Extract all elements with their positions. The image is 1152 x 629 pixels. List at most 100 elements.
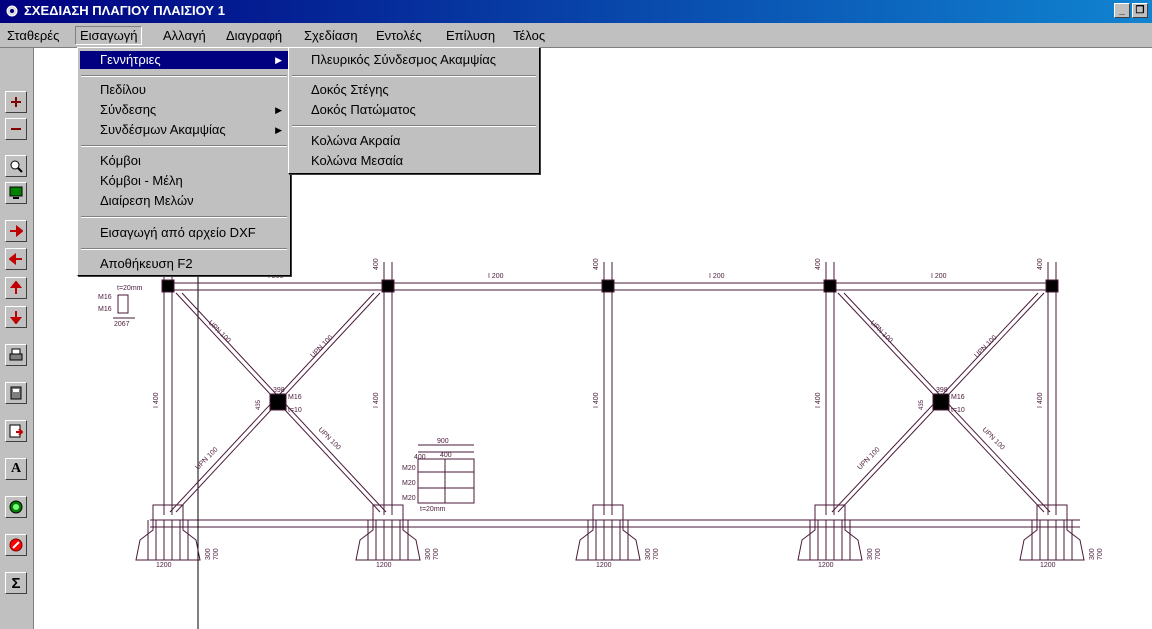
base-detail-width: 900 [437,438,449,445]
gusset-label: 398 [273,387,285,394]
bolt-detail-left: t=20mm M16 M16 2067 [98,285,143,328]
title-bar: ΣΧΕΔΙΑΣΗ ΠΛΑΓΙΟΥ ΠΛΑΙΣΙΟΥ 1 _ ❐ [0,0,1152,23]
beam-label: I 200 [709,273,725,280]
display-monitor-icon[interactable] [5,182,27,204]
menu-item-save[interactable]: Αποθήκευση F2 [80,255,288,273]
submenu-item-middle-column[interactable]: Κολώνα Μεσαία [291,152,537,170]
print-icon[interactable] [5,344,27,366]
footing [355,504,421,561]
generators-submenu: Πλευρικός Σύνδεσμος Ακαμψίας Δοκός Στέγη… [288,47,540,174]
restore-button[interactable]: ❐ [1132,3,1148,18]
footing-offset-label: 300 [645,548,652,560]
column-mid-label: I 400 [1037,392,1044,408]
footing-depth-label: 700 [1097,548,1104,560]
base-detail-bolt-2: M20 [402,480,416,487]
menu-exit[interactable]: Τέλος [513,27,545,44]
menu-delete[interactable]: Διαγραφή [226,27,282,44]
column-top-label: 400 [1037,258,1044,270]
cancel-icon[interactable] [5,534,27,556]
brace-label: UPN 100 [856,446,881,471]
menu-item-split-members[interactable]: Διαίρεση Μελών [80,192,288,210]
base-detail-half-2: 400 [440,452,452,459]
pan-up-icon[interactable] [5,277,27,299]
menu-item-bracing[interactable]: Συνδέσμων Ακαμψίας ▶ [80,121,288,139]
menu-commands[interactable]: Εντολές [376,27,422,44]
brace-label: UPN 100 [869,319,894,344]
top-gusset [823,279,837,293]
footing-width-label: 1200 [596,562,612,569]
footing-depth-label: 700 [653,548,660,560]
footing-depth-label: 700 [433,548,440,560]
footing-depth-label: 700 [875,548,882,560]
pan-down-icon[interactable] [5,306,27,328]
menu-separator [81,75,287,77]
base-detail-bolt-3: M20 [402,495,416,502]
text-icon[interactable]: A [5,458,27,480]
gusset-label: 435 [256,399,262,410]
menu-item-nodes[interactable]: Κόμβοι [80,152,288,170]
footing-width-label: 1200 [156,562,172,569]
menu-item-footing[interactable]: Πεδίλου [80,81,288,99]
window-title: ΣΧΕΔΙΑΣΗ ΠΛΑΓΙΟΥ ΠΛΑΙΣΙΟΥ 1 [24,3,225,18]
submenu-item-roof-beam[interactable]: Δοκός Στέγης [291,81,537,99]
footing [797,504,863,561]
calculator-icon[interactable] [5,382,27,404]
column-mid-label: I 400 [373,392,380,408]
footing-offset-label: 300 [425,548,432,560]
target-icon[interactable] [5,496,27,518]
footing-depth-label: 700 [213,548,220,560]
insert-menu-dropdown: Γεννήτριες ▶ Πεδίλου Σύνδεσης ▶ Συνδέσμων … [77,47,291,276]
menu-separator [81,145,287,147]
zoom-out-minus-icon[interactable] [5,118,27,140]
pan-right-icon[interactable] [5,220,27,242]
sum-icon[interactable]: Σ [5,572,27,594]
menu-item-nodes-members[interactable]: Κόμβοι - Μέλη [80,172,288,190]
base-detail-bolt-1: M20 [402,465,416,472]
menu-item-connections[interactable]: Σύνδεσης ▶ [80,101,288,119]
gusset-label: 398 [936,387,948,394]
footing-offset-label: 300 [1089,548,1096,560]
left-toolbar: A Σ [0,48,34,629]
beam-label: I 200 [488,273,504,280]
save-disk-icon[interactable] [5,420,27,442]
footing-width-label: 1200 [376,562,392,569]
submenu-item-floor-beam[interactable]: Δοκός Πατώματος [291,101,537,119]
menu-design[interactable]: Σχεδίαση [304,27,358,44]
menu-separator [81,248,287,250]
top-gusset [601,279,615,293]
base-plate-detail: 900 400 400 M20 M20 M20 t=20mm [402,438,475,513]
menu-constants[interactable]: Σταθερές [7,27,59,44]
menu-item-generators[interactable]: Γεννήτριες ▶ [80,51,288,69]
gusset-label: 435 [919,399,925,410]
menu-bar: Σταθερές Εισαγωγή Αλλαγή Διαγραφή Σχεδία… [0,23,1152,48]
footing-width-label: 1200 [818,562,834,569]
minimize-button[interactable]: _ [1114,3,1130,18]
menu-insert[interactable]: Εισαγωγή [75,26,143,45]
beam-label: I 200 [931,273,947,280]
zoom-window-icon[interactable] [5,155,27,177]
gusset-thickness-label: t=10 [951,407,965,414]
submenu-arrow-icon: ▶ [275,105,282,115]
column-mid-label: I 400 [815,392,822,408]
detail-left-bolt-1: M16 [98,294,112,301]
brace-label: UPN 100 [207,319,232,344]
menu-solve[interactable]: Επίλυση [446,27,495,44]
menu-change[interactable]: Αλλαγή [163,27,206,44]
gusset-bolt-label: M16 [951,394,965,401]
menu-item-import-dxf[interactable]: Εισαγωγή από αρχείο DXF [80,224,288,242]
detail-left-size: 2067 [114,321,130,328]
column-mid-label: I 400 [593,392,600,408]
base-detail-thickness: t=20mm [420,506,446,513]
pan-left-icon[interactable] [5,248,27,270]
column-top-label: 400 [815,258,822,270]
column-top-label: 400 [593,258,600,270]
top-gusset [381,279,395,293]
column-top-label: 400 [373,258,380,270]
footing [135,504,201,561]
gusset-bolt-label: M16 [288,394,302,401]
top-gusset [1045,279,1059,293]
zoom-in-plus-icon[interactable] [5,91,27,113]
submenu-item-edge-column[interactable]: Κολώνα Ακραία [291,132,537,150]
brace-label: UPN 100 [981,426,1006,451]
submenu-item-side-bracing[interactable]: Πλευρικός Σύνδεσμος Ακαμψίας [291,51,537,69]
